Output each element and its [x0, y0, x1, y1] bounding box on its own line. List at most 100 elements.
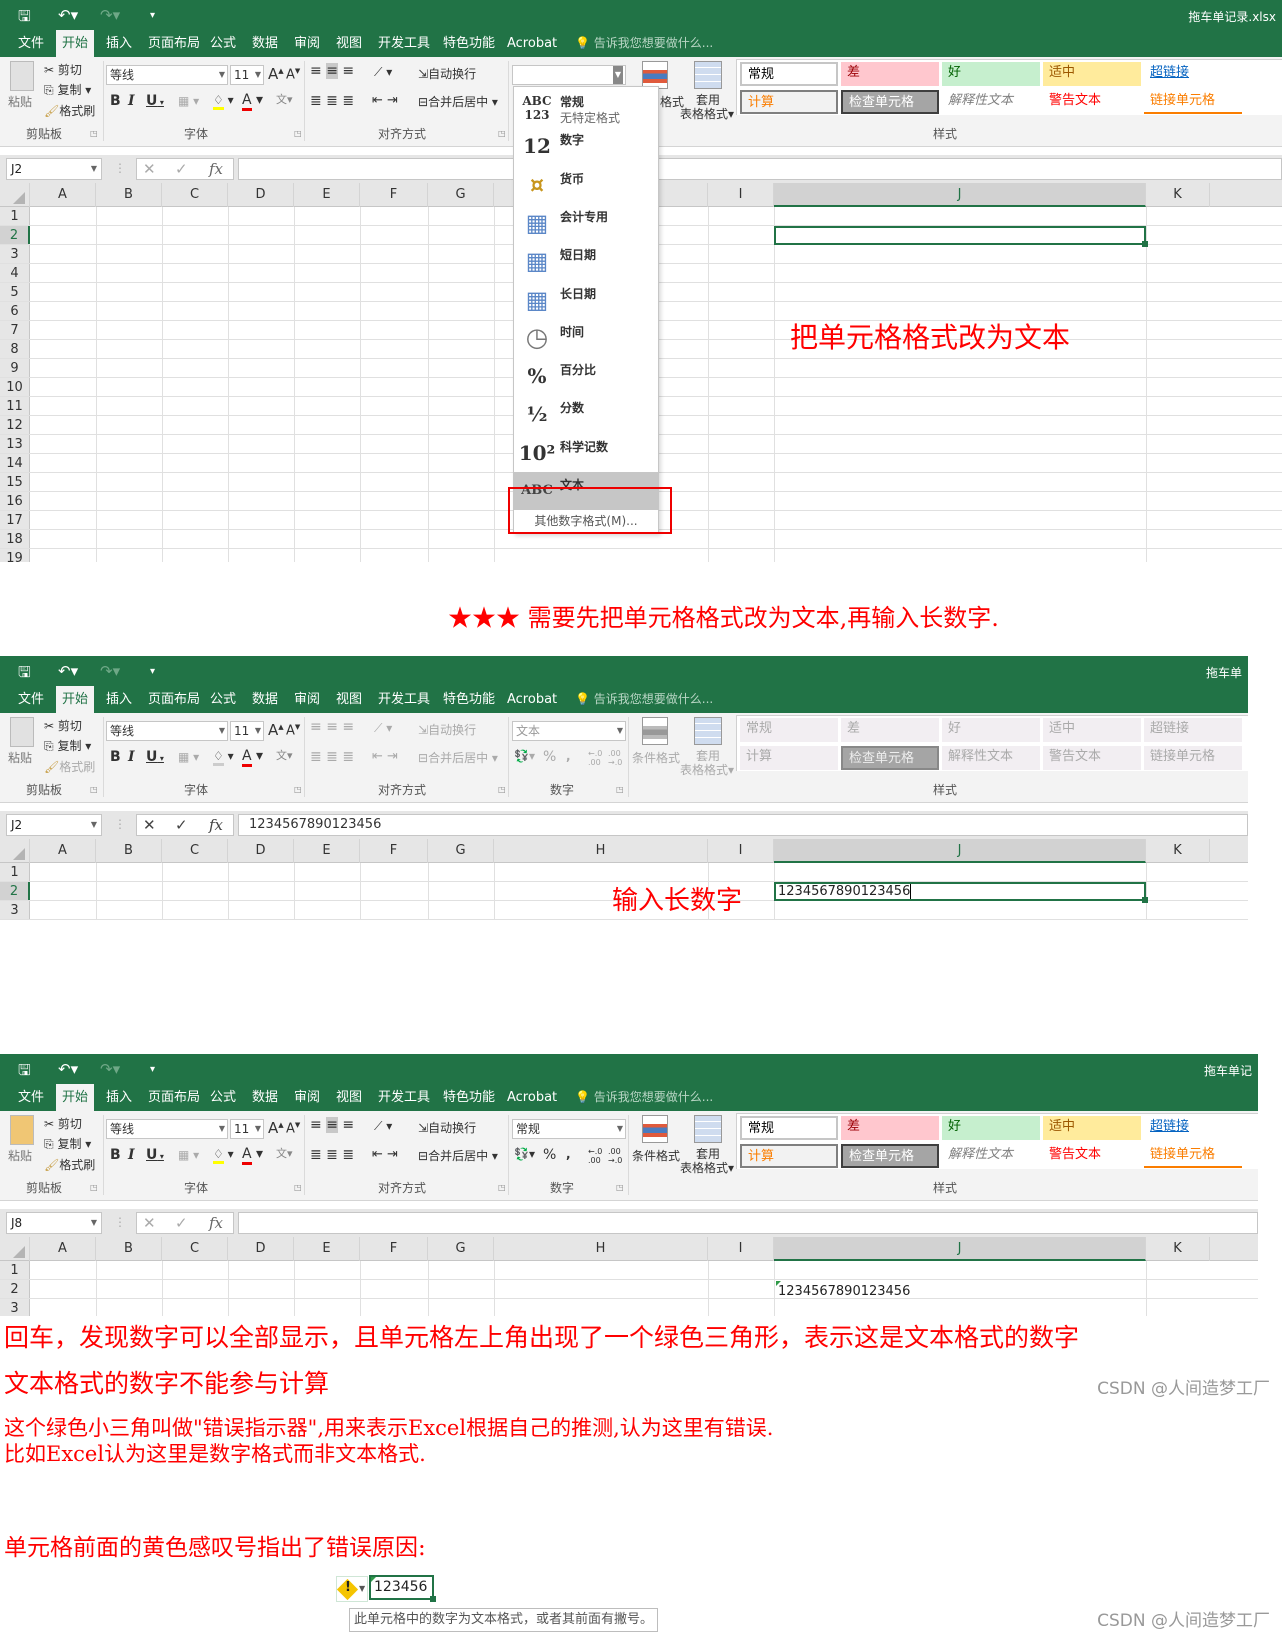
conditional-format-icon[interactable] [642, 61, 668, 89]
table-format-icon[interactable] [694, 61, 722, 89]
tab-5[interactable]: 数据 [246, 30, 284, 57]
format-painter-button[interactable]: 🖌格式刷 [44, 102, 95, 119]
column-header-I[interactable]: I [708, 1237, 774, 1261]
conditional-format-icon[interactable] [642, 717, 668, 745]
column-header-A[interactable]: A [30, 1237, 96, 1261]
phonetic-button[interactable]: 文▾ [276, 1145, 293, 1161]
fill-handle[interactable] [430, 1596, 436, 1602]
wrap-text-button[interactable]: ⇲自动换行 [418, 1119, 476, 1136]
row-header-1[interactable]: 1 [0, 207, 30, 225]
redo-icon[interactable]: ↷▾ [100, 6, 120, 24]
column-header-I[interactable]: I [708, 839, 774, 863]
column-header-K[interactable]: K [1146, 839, 1210, 863]
column-header-G[interactable]: G [428, 183, 494, 207]
cell-style-6[interactable]: 检查单元格 [841, 746, 939, 770]
column-header-J[interactable]: J [774, 1237, 1146, 1261]
format-painter-button[interactable]: 🖌格式刷 [44, 758, 95, 775]
cell-style-8[interactable]: 警告文本 [1043, 746, 1141, 770]
insert-function-icon[interactable]: fx [209, 1213, 223, 1233]
tab-5[interactable]: 数据 [246, 686, 284, 713]
shrink-font-button[interactable]: A▼ [286, 67, 300, 82]
redo-icon[interactable]: ↷▾ [100, 1060, 120, 1078]
chevron-down-icon[interactable]: ▼ [359, 1584, 365, 1593]
row-header-1[interactable]: 1 [0, 1261, 30, 1279]
selected-cell-J2[interactable]: 1234567890123456 [774, 882, 1148, 903]
row-header-17[interactable]: 17 [0, 511, 30, 529]
column-header-G[interactable]: G [428, 1237, 494, 1261]
column-header-D[interactable]: D [228, 183, 294, 207]
italic-button[interactable]: I [128, 93, 135, 109]
dialog-launcher-icon[interactable]: ◳ [90, 785, 98, 794]
cell-style-7[interactable]: 解释性文本 [942, 746, 1040, 770]
format-option-3[interactable]: ▦ 会计专用 [514, 204, 658, 242]
tab-3[interactable]: 页面布局 [142, 686, 206, 713]
undo-icon[interactable]: ↶▾ [58, 662, 78, 680]
row-header-12[interactable]: 12 [0, 416, 30, 434]
dialog-launcher-icon[interactable]: ◳ [294, 129, 302, 138]
formula-input[interactable] [238, 158, 1282, 180]
customize-qat-icon[interactable]: ▾ [150, 1064, 155, 1075]
insert-function-icon[interactable]: fx [209, 159, 223, 179]
dialog-launcher-icon[interactable]: ◳ [616, 785, 624, 794]
row-header-2[interactable]: 2 [0, 226, 30, 244]
tab-1[interactable]: 开始 [56, 1084, 95, 1111]
paste-button[interactable]: 粘贴 [8, 93, 32, 110]
column-header-F[interactable]: F [360, 839, 428, 863]
row-header-3[interactable]: 3 [0, 245, 30, 263]
increase-decimal-button[interactable]: ←.0.00 [588, 749, 602, 767]
column-header-C[interactable]: C [162, 183, 228, 207]
grow-font-button[interactable]: A▲ [268, 1119, 284, 1137]
underline-button[interactable]: U ▾ [146, 93, 164, 109]
number-format-combo[interactable]: 文本 ▼ [512, 721, 626, 741]
fill-color-button[interactable]: ♢ ▾ [213, 93, 234, 110]
cell-style-9[interactable]: 链接单元格 [1144, 746, 1242, 770]
cell-style-4[interactable]: 超链接 [1144, 1116, 1242, 1140]
comma-button[interactable]: , [566, 1147, 571, 1161]
row-header-2[interactable]: 2 [0, 882, 30, 900]
paste-icon[interactable] [10, 61, 34, 91]
percent-button[interactable]: % [543, 1147, 556, 1163]
borders-button[interactable]: ▦ ▾ [178, 94, 199, 108]
copy-button[interactable]: ⎘ 复制 ▾ [44, 1135, 91, 1152]
cell-style-2[interactable]: 好 [942, 62, 1040, 86]
horizontal-align-buttons[interactable]: ≣ ≣ ≣ [310, 93, 354, 109]
cut-button[interactable]: ✂ 剪切 [44, 61, 82, 78]
selected-cell-J2[interactable] [774, 226, 1148, 247]
cell-style-1[interactable]: 差 [841, 1116, 939, 1140]
accounting-format-button[interactable]: 💱▾ [514, 749, 535, 763]
percent-button[interactable]: % [543, 749, 556, 765]
format-option-1[interactable]: 12 数字 [514, 127, 658, 165]
select-all-button[interactable] [0, 183, 30, 207]
tab-10[interactable]: Acrobat [501, 686, 563, 713]
orientation-button[interactable]: ⟋ ▾ [374, 65, 392, 80]
paste-button[interactable]: 粘贴 [8, 1147, 32, 1164]
cell-style-3[interactable]: 适中 [1043, 1116, 1141, 1140]
column-header-A[interactable]: A [30, 839, 96, 863]
wrap-text-button[interactable]: ⇲自动换行 [418, 721, 476, 738]
format-option-5[interactable]: ▦ 长日期 [514, 281, 658, 319]
redo-icon[interactable]: ↷▾ [100, 662, 120, 680]
copy-button[interactable]: ⎘ 复制 ▾ [44, 81, 91, 98]
insert-function-icon[interactable]: fx [209, 815, 223, 835]
tab-10[interactable]: Acrobat [501, 1084, 563, 1111]
tab-1[interactable]: 开始 [56, 30, 95, 57]
tab-2[interactable]: 插入 [100, 686, 138, 713]
column-header-D[interactable]: D [228, 839, 294, 863]
cut-button[interactable]: ✂ 剪切 [44, 717, 82, 734]
orientation-button[interactable]: ⟋ ▾ [374, 721, 392, 736]
save-icon[interactable]: 🖫 [18, 1060, 31, 1085]
cell-style-0[interactable]: 常规 [740, 718, 838, 742]
dialog-launcher-icon[interactable]: ◳ [90, 129, 98, 138]
font-size-combo[interactable]: 11 ▼ [230, 65, 264, 85]
column-header-C[interactable]: C [162, 839, 228, 863]
column-header-E[interactable]: E [294, 839, 360, 863]
cell-style-8[interactable]: 警告文本 [1043, 90, 1141, 114]
italic-button[interactable]: I [128, 749, 135, 765]
cell-style-3[interactable]: 适中 [1043, 718, 1141, 742]
font-name-combo[interactable]: 等线 ▼ [106, 721, 228, 741]
cell-style-2[interactable]: 好 [942, 1116, 1040, 1140]
row-header-3[interactable]: 3 [0, 901, 30, 919]
format-option-6[interactable]: ◷ 时间 [514, 319, 658, 357]
format-option-4[interactable]: ▦ 短日期 [514, 242, 658, 280]
format-painter-button[interactable]: 🖌格式刷 [44, 1156, 95, 1173]
